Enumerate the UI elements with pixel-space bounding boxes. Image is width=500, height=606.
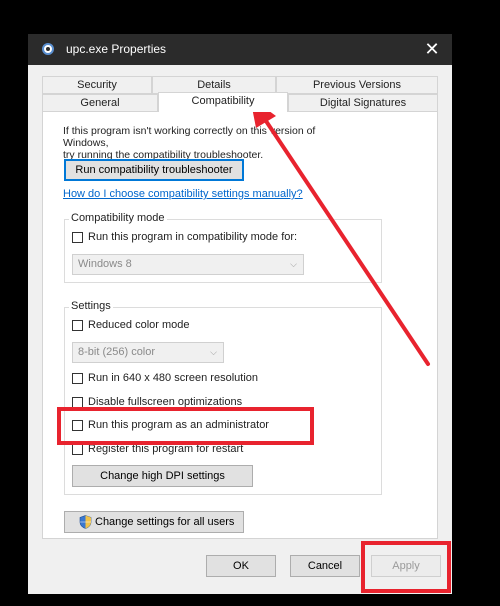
window-title: upc.exe Properties — [66, 42, 167, 56]
windows-version-select[interactable]: Windows 8 ⌵ — [72, 254, 304, 275]
compat-mode-label: Run this program in compatibility mode f… — [88, 231, 298, 244]
intro-line-1: If this program isn't working correctly … — [63, 125, 316, 149]
select-value: 8-bit (256) color — [78, 346, 156, 358]
checkbox[interactable] — [72, 319, 83, 331]
checkbox[interactable] — [72, 372, 83, 384]
res-640-checkbox[interactable]: Run in 640 x 480 screen resolution — [72, 372, 258, 386]
change-all-users-button[interactable]: Change settings for all users — [64, 511, 244, 533]
chevron-down-icon: ⌵ — [290, 259, 297, 269]
tab-previous-versions[interactable]: Previous Versions — [276, 76, 438, 94]
tab-digital-signatures[interactable]: Digital Signatures — [288, 94, 438, 112]
ok-button[interactable]: OK — [206, 555, 276, 577]
reduced-color-checkbox[interactable]: Reduced color mode — [72, 319, 190, 333]
tab-general[interactable]: General — [42, 94, 158, 112]
compat-mode-checkbox[interactable]: Run this program in compatibility mode f… — [72, 231, 297, 245]
title-bar: upc.exe Properties ✕ — [28, 34, 452, 65]
shield-icon — [79, 515, 92, 529]
settings-legend: Settings — [69, 300, 113, 312]
run-as-admin-label: Run this program as an administrator — [88, 419, 269, 432]
register-restart-label: Register this program for restart — [88, 443, 244, 456]
all-users-label: Change settings for all users — [95, 516, 235, 528]
disable-fullscreen-checkbox[interactable]: Disable fullscreen optimizations — [72, 396, 242, 410]
change-dpi-button[interactable]: Change high DPI settings — [72, 465, 253, 487]
cancel-button[interactable]: Cancel — [290, 555, 360, 577]
register-restart-checkbox[interactable]: Register this program for restart — [72, 443, 243, 457]
select-value: Windows 8 — [78, 258, 132, 270]
intro-text: If this program isn't working correctly … — [63, 125, 363, 161]
help-link[interactable]: How do I choose compatibility settings m… — [63, 188, 303, 200]
run-troubleshooter-button[interactable]: Run compatibility troubleshooter — [64, 159, 244, 181]
apply-button[interactable]: Apply — [371, 555, 441, 577]
app-icon — [42, 43, 54, 55]
tab-compatibility[interactable]: Compatibility — [158, 92, 288, 112]
checkbox[interactable] — [72, 443, 83, 455]
color-depth-select[interactable]: 8-bit (256) color ⌵ — [72, 342, 224, 363]
close-icon[interactable]: ✕ — [412, 34, 452, 65]
checkbox[interactable] — [72, 396, 83, 408]
chevron-down-icon: ⌵ — [210, 347, 217, 357]
reduced-color-label: Reduced color mode — [88, 319, 190, 332]
tab-security[interactable]: Security — [42, 76, 152, 94]
compat-mode-legend: Compatibility mode — [69, 212, 167, 224]
checkbox[interactable] — [72, 419, 83, 431]
disable-fullscreen-label: Disable fullscreen optimizations — [88, 396, 243, 409]
run-as-admin-checkbox[interactable]: Run this program as an administrator — [72, 419, 269, 433]
checkbox[interactable] — [72, 231, 83, 243]
res-640-label: Run in 640 x 480 screen resolution — [88, 372, 258, 385]
